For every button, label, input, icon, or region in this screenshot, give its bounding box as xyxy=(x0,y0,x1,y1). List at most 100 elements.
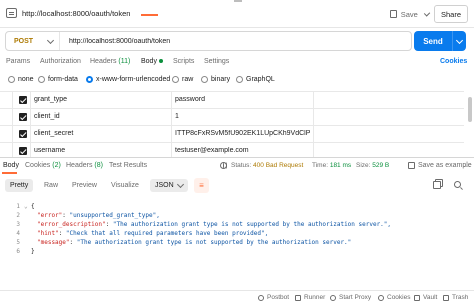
response-tab-test-results[interactable]: Test Results xyxy=(109,162,147,169)
trash-button[interactable]: Trash xyxy=(443,294,468,301)
code-line: 6} xyxy=(16,248,35,255)
status-bar: Postbot Runner Start Proxy Cookies Vault… xyxy=(0,290,474,304)
wrap-lines-icon: ≡ xyxy=(199,181,204,190)
params-table: grant_type password client_id 1 client_s… xyxy=(0,91,464,157)
radio-icon xyxy=(201,76,208,83)
method-label: POST xyxy=(14,37,34,45)
radio-icon xyxy=(38,76,45,83)
view-visualize[interactable]: Visualize xyxy=(111,179,139,192)
globe-icon[interactable] xyxy=(220,162,227,169)
response-tab-body[interactable]: Body xyxy=(3,162,19,169)
copy-icon[interactable] xyxy=(433,181,441,189)
param-key[interactable]: username xyxy=(34,147,65,154)
params-scrollbar[interactable] xyxy=(468,97,472,122)
body-type-form-data[interactable]: form-data xyxy=(38,76,78,83)
row-checkbox[interactable] xyxy=(19,113,27,121)
vault-button[interactable]: Vault xyxy=(414,294,437,301)
request-header: http://localhost:8000/oauth/token Save S… xyxy=(0,0,474,28)
method-select[interactable]: POST xyxy=(6,32,60,50)
response-tab-headers[interactable]: Headers (8) xyxy=(66,162,103,169)
save-icon xyxy=(390,10,397,18)
cookies-link[interactable]: Cookies xyxy=(440,58,467,65)
body-type-graphql[interactable]: GraphQL xyxy=(236,76,275,83)
runner-icon xyxy=(295,294,301,301)
chevron-down-icon xyxy=(455,36,464,44)
view-pretty[interactable]: Pretty xyxy=(5,179,34,192)
code-line: 5 "message": "The authorization grant typ… xyxy=(16,239,352,246)
runner-button[interactable]: Runner xyxy=(295,294,325,301)
param-value[interactable]: ITTP8cFxRSvM5fU902EK1LUpCKh9VdClPYN... xyxy=(175,130,310,137)
vault-icon xyxy=(414,294,420,301)
param-key[interactable]: client_secret xyxy=(34,130,73,137)
send-options-button[interactable] xyxy=(452,31,466,51)
code-line: 4 "hint": "Check that all required parame… xyxy=(16,230,269,237)
wrap-lines-button[interactable]: ≡ xyxy=(194,178,209,193)
view-raw[interactable]: Raw xyxy=(44,179,58,192)
code-line: 2 "error": "unsupported_grant_type", xyxy=(16,212,160,219)
url-bar: POST xyxy=(5,31,412,51)
row-checkbox[interactable] xyxy=(19,147,27,155)
tab-authorization[interactable]: Authorization xyxy=(40,58,81,65)
url-input[interactable] xyxy=(69,37,369,45)
cookie-icon xyxy=(378,294,384,301)
param-value[interactable]: password xyxy=(175,96,310,103)
body-type-urlencoded[interactable]: x-www-form-urlencoded xyxy=(86,76,170,83)
radio-icon xyxy=(172,76,179,83)
radio-selected-icon xyxy=(86,76,93,83)
active-response-tab-indicator xyxy=(2,172,17,174)
body-type-raw[interactable]: raw xyxy=(172,76,193,83)
format-select[interactable]: JSON xyxy=(150,179,188,192)
proxy-icon xyxy=(330,294,336,301)
search-icon[interactable] xyxy=(454,181,461,188)
request-name[interactable]: http://localhost:8000/oauth/token xyxy=(22,9,130,18)
table-row: client_secret ITTP8cFxRSvM5fU902EK1LUpCK… xyxy=(0,125,464,141)
save-icon xyxy=(408,162,415,169)
tab-scripts[interactable]: Scripts xyxy=(173,58,194,65)
share-button[interactable]: Share xyxy=(434,5,468,23)
response-view-bar: Pretty Raw Preview Visualize JSON ≡ xyxy=(3,177,471,193)
size-value[interactable]: 529 B xyxy=(372,162,389,169)
postbot-button[interactable]: Postbot xyxy=(258,294,289,301)
param-key[interactable]: client_id xyxy=(34,113,60,120)
tab-headers[interactable]: Headers (11) xyxy=(90,58,130,65)
request-title: http://localhost:8000/oauth/token xyxy=(6,8,130,18)
http-request-icon xyxy=(6,8,17,18)
view-preview[interactable]: Preview xyxy=(72,179,97,192)
send-button[interactable]: Send xyxy=(414,37,452,46)
param-value[interactable]: testuser@example.com xyxy=(175,147,310,154)
table-row: grant_type password xyxy=(0,91,464,107)
status-value[interactable]: 400 Bad Request xyxy=(253,162,303,169)
active-tab-indicator xyxy=(141,14,158,16)
more-options-icon[interactable]: ··· xyxy=(463,162,471,171)
chevron-down-icon xyxy=(176,180,185,189)
send-button-group: Send xyxy=(414,31,466,51)
postbot-icon xyxy=(258,294,264,301)
chevron-down-icon xyxy=(46,36,55,44)
response-time: Time: 181 ms xyxy=(312,162,352,169)
body-type-binary[interactable]: binary xyxy=(201,76,230,83)
save-button[interactable]: Save xyxy=(387,6,431,22)
param-value[interactable]: 1 xyxy=(175,113,310,120)
start-proxy-button[interactable]: Start Proxy xyxy=(330,294,371,301)
tab-settings[interactable]: Settings xyxy=(204,58,229,65)
row-checkbox[interactable] xyxy=(19,96,27,104)
param-key[interactable]: grant_type xyxy=(34,96,67,103)
row-checkbox[interactable] xyxy=(19,130,27,138)
response-body-editor[interactable]: 1 ⌄{ 2 "error": "unsupported_grant_type", … xyxy=(0,196,474,286)
request-tabs: Params Authorization Headers (11) Body S… xyxy=(0,54,474,70)
code-line: 3 "error_description": "The authorization… xyxy=(16,221,392,228)
drag-handle[interactable] xyxy=(234,0,242,2)
headers-count: (11) xyxy=(118,58,131,65)
time-value[interactable]: 181 ms xyxy=(330,162,351,169)
body-type-none[interactable]: none xyxy=(8,76,34,83)
response-size: Size: 529 B xyxy=(356,162,390,169)
tab-params[interactable]: Params xyxy=(6,58,30,65)
table-row: username testuser@example.com xyxy=(0,142,464,158)
chevron-down-icon[interactable] xyxy=(423,9,431,17)
response-divider[interactable] xyxy=(0,157,474,158)
response-status: Status: 400 Bad Request xyxy=(231,162,304,169)
tab-body[interactable]: Body xyxy=(141,58,163,65)
response-tab-cookies[interactable]: Cookies (2) xyxy=(25,162,61,169)
cookies-button[interactable]: Cookies xyxy=(378,294,410,301)
table-row: client_id 1 xyxy=(0,108,464,124)
